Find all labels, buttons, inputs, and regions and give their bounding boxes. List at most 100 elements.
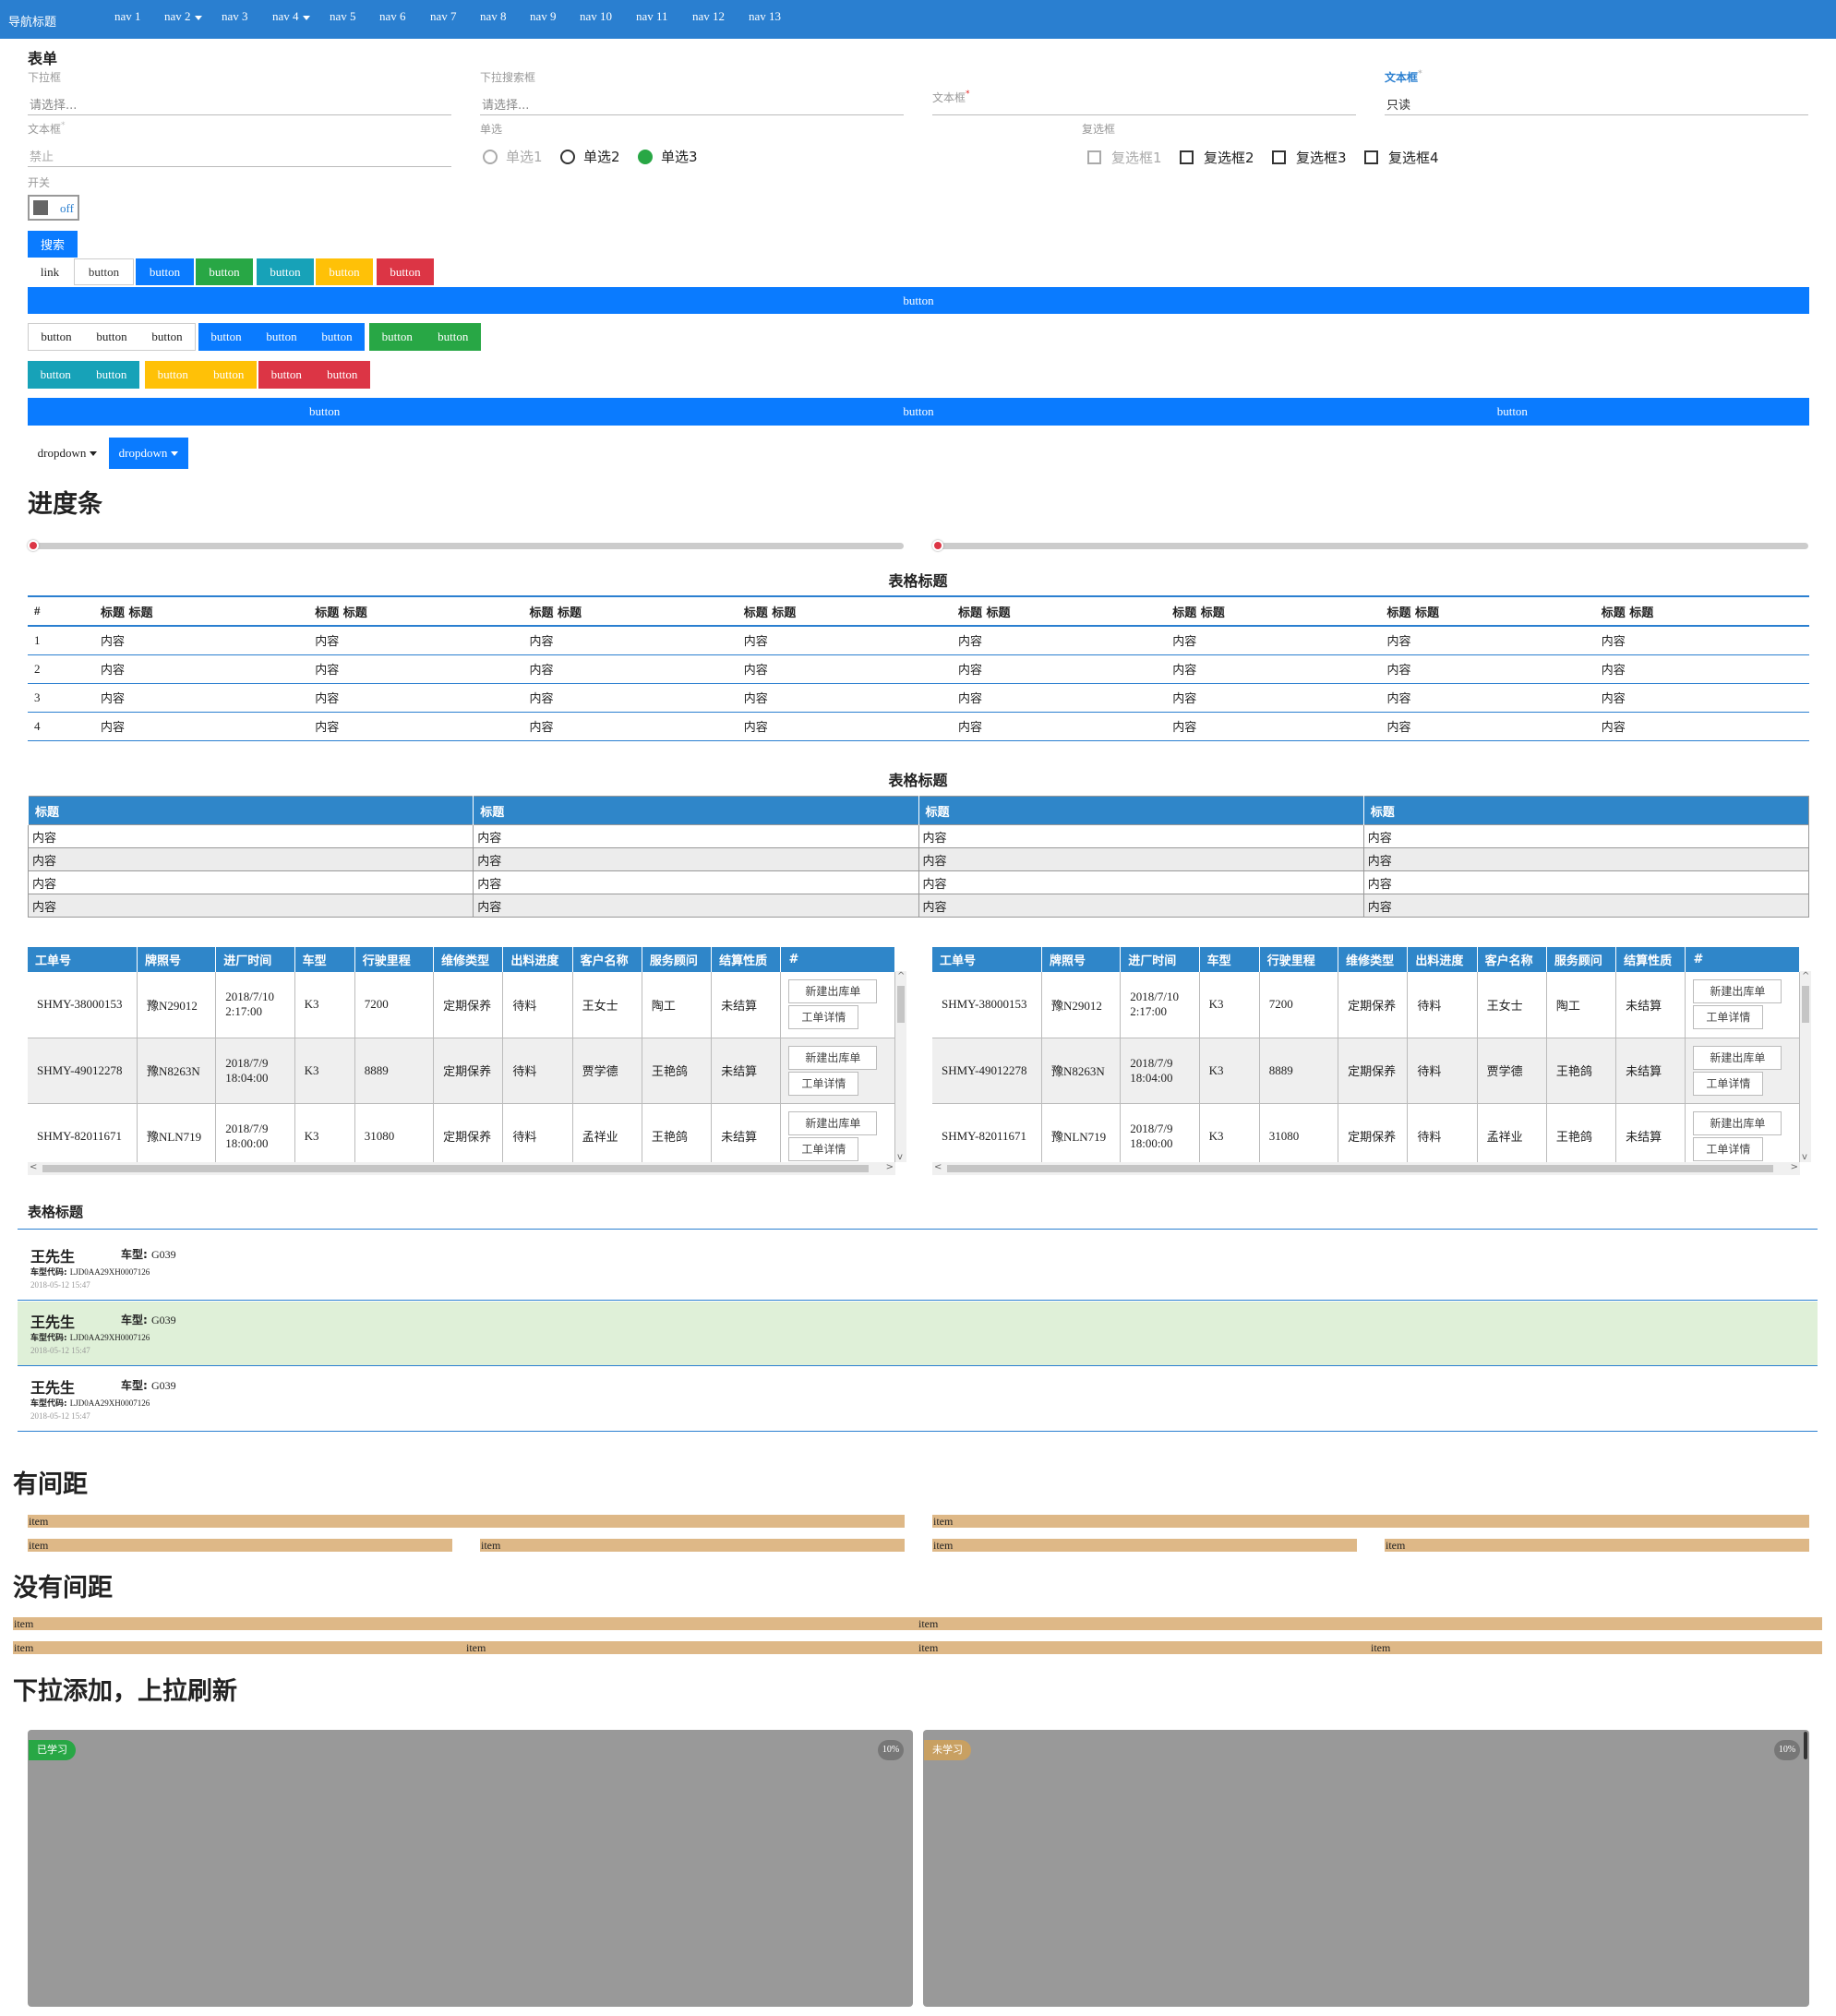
new-outbound-button[interactable]: 新建出库单 bbox=[1693, 979, 1782, 1004]
group-button[interactable]: button bbox=[29, 324, 84, 350]
new-outbound-button[interactable]: 新建出库单 bbox=[1693, 1045, 1782, 1070]
scroll-up-icon[interactable]: ^ bbox=[1802, 971, 1809, 981]
search-dropdown-select[interactable]: 请选择... bbox=[480, 91, 904, 115]
radio-option-1[interactable]: 单选1 bbox=[483, 147, 543, 166]
toggle-switch[interactable]: off bbox=[28, 195, 79, 221]
table-cell: SHMY-82011671 bbox=[932, 1103, 1042, 1170]
new-outbound-button[interactable]: 新建出库单 bbox=[788, 1045, 878, 1070]
group-button[interactable]: button bbox=[198, 323, 254, 351]
scroll-left-icon[interactable]: < bbox=[934, 1162, 942, 1172]
orders-table-left[interactable]: 工单号 牌照号 进厂时间 车型 行驶里程 维修类型 出料进度 客户名称 服务顾问 结算性质 # SHM… bbox=[28, 947, 906, 1175]
checkbox-option-3[interactable]: 复选框3 bbox=[1272, 148, 1347, 167]
slider-handle[interactable] bbox=[932, 540, 943, 551]
link-button[interactable]: link bbox=[28, 258, 72, 285]
order-detail-button[interactable]: 工单详情 bbox=[1693, 1005, 1764, 1030]
radio-option-3[interactable]: 单选3 bbox=[638, 147, 698, 166]
group-button[interactable]: button bbox=[201, 361, 258, 389]
scroll-down-icon[interactable]: v bbox=[1802, 1152, 1807, 1162]
progress-slider-2[interactable] bbox=[932, 540, 1808, 551]
dropdown-button-primary[interactable]: dropdown bbox=[109, 438, 188, 469]
group-button[interactable]: button bbox=[369, 323, 426, 351]
scrollbar-thumb[interactable] bbox=[897, 986, 905, 1023]
block-button[interactable]: button bbox=[28, 287, 1809, 314]
list-item[interactable]: 王先生 车型: G039 车型代码: LJD0AA29XH0007126 2018-0… bbox=[18, 1367, 1818, 1432]
slider-handle[interactable] bbox=[28, 540, 39, 551]
table-cell: 内容 bbox=[737, 683, 952, 713]
course-card[interactable]: 已学习 10% bbox=[28, 1730, 913, 2007]
checkbox-option-1[interactable]: 复选框1 bbox=[1087, 148, 1162, 167]
scroll-right-icon[interactable]: > bbox=[886, 1162, 894, 1172]
group-button[interactable]: button bbox=[84, 361, 140, 389]
vertical-scrollbar[interactable]: ^ v bbox=[1800, 971, 1811, 1162]
checkbox-option-2[interactable]: 复选框2 bbox=[1180, 148, 1254, 167]
group-button[interactable]: button bbox=[309, 323, 365, 351]
status-badge: 未学习 bbox=[924, 1740, 971, 1760]
order-detail-button[interactable]: 工单详情 bbox=[788, 1071, 859, 1096]
warning-button[interactable]: button bbox=[316, 258, 373, 285]
new-outbound-button[interactable]: 新建出库单 bbox=[1693, 1110, 1782, 1135]
nav-item-13[interactable]: nav 13 bbox=[749, 9, 781, 24]
scrollbar-thumb[interactable] bbox=[1804, 1732, 1807, 1759]
table-cell: 内容 bbox=[94, 712, 309, 741]
nav-item-4[interactable]: nav 4 bbox=[272, 9, 310, 24]
success-button[interactable]: button bbox=[196, 258, 253, 285]
justified-button[interactable]: button bbox=[28, 398, 621, 426]
table-cell: 内容 bbox=[1380, 683, 1595, 713]
new-outbound-button[interactable]: 新建出库单 bbox=[788, 979, 878, 1004]
order-detail-button[interactable]: 工单详情 bbox=[788, 1005, 859, 1030]
group-button[interactable]: button bbox=[28, 361, 84, 389]
nav-item-8[interactable]: nav 8 bbox=[480, 9, 507, 24]
radio-option-2[interactable]: 单选2 bbox=[560, 147, 620, 166]
horizontal-scrollbar[interactable]: < > bbox=[932, 1162, 1800, 1175]
dropdown-button[interactable]: dropdown bbox=[28, 438, 107, 469]
nav-item-11[interactable]: nav 11 bbox=[636, 9, 668, 24]
justified-button[interactable]: button bbox=[621, 398, 1215, 426]
primary-button[interactable]: button bbox=[136, 258, 194, 285]
nav-brand[interactable]: 导航标题 bbox=[8, 12, 56, 30]
table-cell: 内容 bbox=[1166, 626, 1381, 655]
nav-item-6[interactable]: nav 6 bbox=[379, 9, 406, 24]
scrollbar-thumb[interactable] bbox=[947, 1165, 1773, 1172]
group-button[interactable]: button bbox=[315, 361, 371, 389]
justified-button[interactable]: button bbox=[1216, 398, 1809, 426]
scroll-left-icon[interactable]: < bbox=[30, 1162, 37, 1172]
nav-item-12[interactable]: nav 12 bbox=[692, 9, 725, 24]
info-button[interactable]: button bbox=[257, 258, 314, 285]
group-button[interactable]: button bbox=[254, 323, 309, 351]
scroll-up-icon[interactable]: ^ bbox=[897, 971, 905, 981]
group-button[interactable]: button bbox=[139, 324, 195, 350]
vertical-scrollbar[interactable]: ^ v bbox=[895, 971, 906, 1162]
search-button[interactable]: 搜索 bbox=[28, 231, 78, 258]
scroll-right-icon[interactable]: > bbox=[1791, 1162, 1798, 1172]
group-button[interactable]: button bbox=[426, 323, 482, 351]
group-button[interactable]: button bbox=[145, 361, 201, 389]
list-item[interactable]: 王先生 车型: G039 车型代码: LJD0AA29XH0007126 2018-0… bbox=[18, 1236, 1818, 1301]
dropdown-select[interactable]: 请选择... bbox=[28, 91, 451, 115]
danger-button[interactable]: button bbox=[377, 258, 434, 285]
list-item[interactable]: 王先生 车型: G039 车型代码: LJD0AA29XH0007126 2018-0… bbox=[18, 1302, 1818, 1366]
scrollbar-thumb[interactable] bbox=[42, 1165, 869, 1172]
scroll-down-icon[interactable]: v bbox=[897, 1152, 903, 1162]
order-detail-button[interactable]: 工单详情 bbox=[1693, 1071, 1764, 1096]
nav-item-7[interactable]: nav 7 bbox=[430, 9, 457, 24]
text-field-input[interactable] bbox=[932, 91, 1356, 115]
table-cell: 内容 bbox=[737, 654, 952, 684]
nav-item-5[interactable]: nav 5 bbox=[330, 9, 356, 24]
order-detail-button[interactable]: 工单详情 bbox=[788, 1136, 859, 1161]
scrollbar-thumb[interactable] bbox=[1802, 986, 1809, 1023]
group-button[interactable]: button bbox=[84, 324, 139, 350]
nav-item-3[interactable]: nav 3 bbox=[222, 9, 248, 24]
orders-table-right[interactable]: 工单号 牌照号 进厂时间 车型 行驶里程 维修类型 出料进度 客户名称 服务顾问 结算性质 # SHM… bbox=[932, 947, 1811, 1175]
horizontal-scrollbar[interactable]: < > bbox=[28, 1162, 895, 1175]
nav-item-10[interactable]: nav 10 bbox=[580, 9, 612, 24]
default-button[interactable]: button bbox=[74, 258, 134, 285]
course-card[interactable]: 未学习 10% bbox=[923, 1730, 1809, 2007]
nav-item-1[interactable]: nav 1 bbox=[114, 9, 141, 24]
checkbox-option-4[interactable]: 复选框4 bbox=[1364, 148, 1439, 167]
new-outbound-button[interactable]: 新建出库单 bbox=[788, 1110, 878, 1135]
nav-item-9[interactable]: nav 9 bbox=[530, 9, 557, 24]
nav-item-2[interactable]: nav 2 bbox=[164, 9, 202, 24]
order-detail-button[interactable]: 工单详情 bbox=[1693, 1136, 1764, 1161]
progress-slider-1[interactable] bbox=[28, 540, 904, 551]
group-button[interactable]: button bbox=[258, 361, 315, 389]
